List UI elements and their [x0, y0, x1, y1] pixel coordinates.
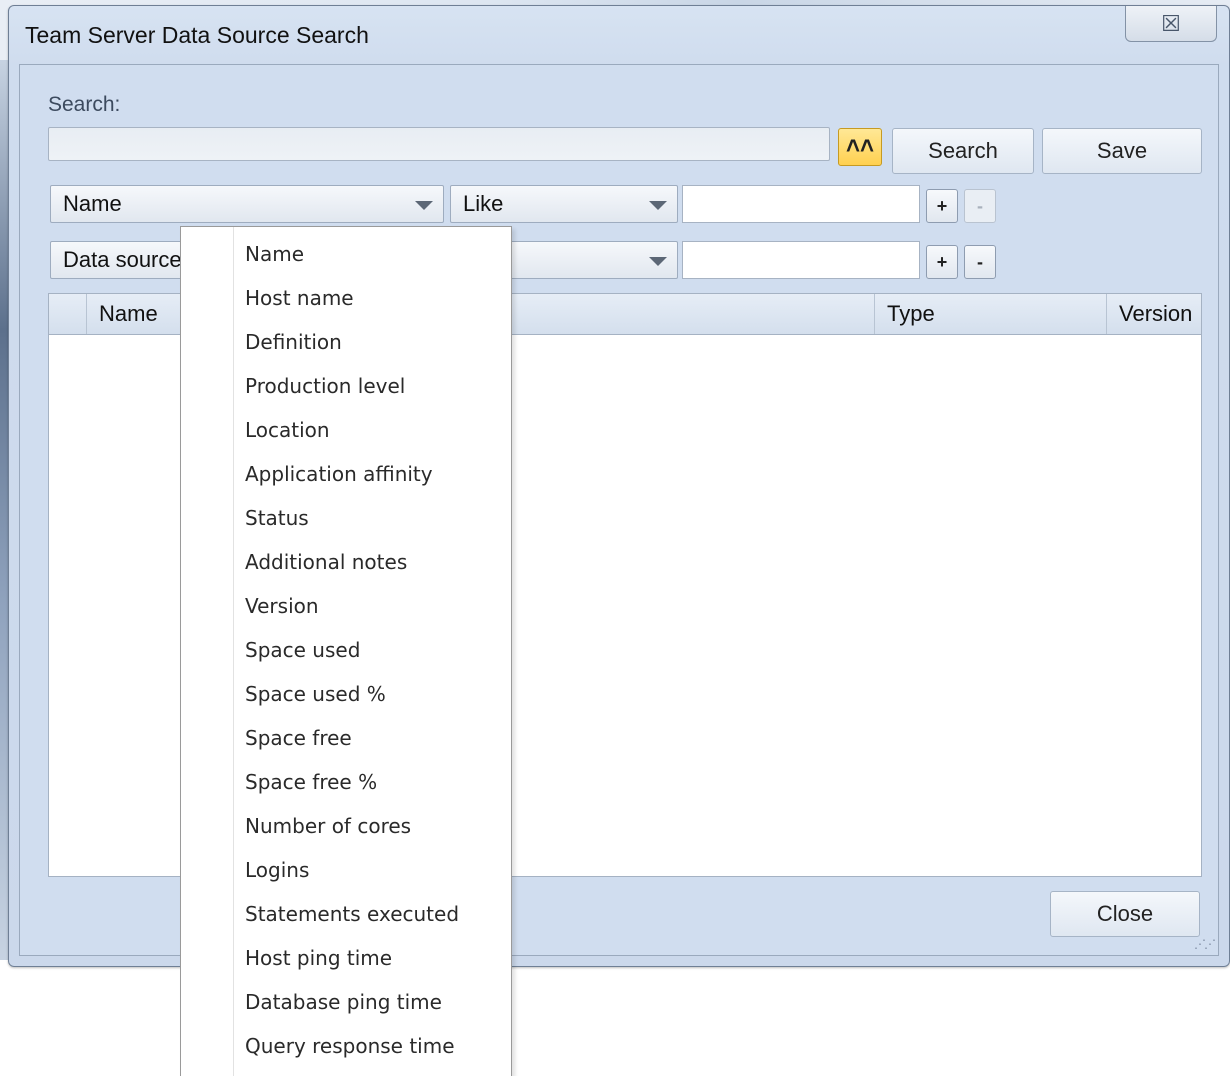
search-button[interactable]: Search — [892, 128, 1034, 174]
dropdown-gutter — [233, 227, 234, 1076]
add-filter-button-2[interactable]: + — [926, 245, 958, 279]
dropdown-item-space-free[interactable]: Space free — [245, 716, 352, 760]
dropdown-item-host-name[interactable]: Host name — [245, 276, 354, 320]
dropdown-arrow-icon — [649, 201, 667, 210]
dialog-title: Team Server Data Source Search — [25, 22, 369, 48]
dropdown-item-status[interactable]: Status — [245, 496, 309, 540]
dropdown-item-query-response-time[interactable]: Query response time — [245, 1024, 455, 1068]
dropdown-item-logins[interactable]: Logins — [245, 848, 309, 892]
field-dropdown-list[interactable]: Name Host name Definition Production lev… — [180, 226, 512, 1076]
search-input[interactable] — [48, 127, 830, 161]
dropdown-item-production-level[interactable]: Production level — [245, 364, 405, 408]
title-bar: Team Server Data Source Search ☒ — [9, 6, 1229, 62]
filter-field-select-1[interactable]: Name — [50, 185, 444, 223]
close-icon: ☒ — [1161, 10, 1181, 36]
remove-filter-button-2[interactable]: - — [964, 245, 996, 279]
dropdown-arrow-icon — [415, 201, 433, 210]
dropdown-item-space-used[interactable]: Space used — [245, 628, 360, 672]
dropdown-item-application-affinity[interactable]: Application affinity — [245, 452, 433, 496]
dropdown-arrow-icon — [649, 257, 667, 266]
dropdown-item-host-ping-time[interactable]: Host ping time — [245, 936, 392, 980]
dropdown-item-additional-notes[interactable]: Additional notes — [245, 540, 407, 584]
close-button[interactable]: Close — [1050, 891, 1200, 937]
window-close-button[interactable]: ☒ — [1125, 6, 1217, 42]
collapse-filters-button[interactable]: ˄˄ — [838, 128, 882, 166]
dropdown-item-definition[interactable]: Definition — [245, 320, 342, 364]
dropdown-item-version[interactable]: Version — [245, 584, 319, 628]
add-filter-button-1[interactable]: + — [926, 189, 958, 223]
dropdown-item-number-of-cores[interactable]: Number of cores — [245, 804, 411, 848]
remove-filter-button-1[interactable]: - — [964, 189, 996, 223]
dropdown-item-space-used-percent[interactable]: Space used % — [245, 672, 386, 716]
filter-value-input-2[interactable] — [682, 241, 920, 279]
double-chevron-up-icon: ˄˄ — [845, 133, 875, 160]
dropdown-item-space-free-percent[interactable]: Space free % — [245, 760, 377, 804]
column-header-version[interactable]: Version — [1107, 294, 1201, 334]
dropdown-item-statements-executed[interactable]: Statements executed — [245, 892, 459, 936]
column-header-type[interactable]: Type — [875, 294, 1107, 334]
dropdown-item-name[interactable]: Name — [245, 232, 304, 276]
resize-grip-icon[interactable]: ⋰⋰ — [1194, 937, 1216, 951]
filter-operator-select-1[interactable]: Like — [450, 185, 678, 223]
save-button[interactable]: Save — [1042, 128, 1202, 174]
grid-row-selector-header — [49, 294, 87, 334]
search-label: Search: — [48, 93, 121, 116]
dropdown-item-database-ping-time[interactable]: Database ping time — [245, 980, 442, 1024]
filter-value-input-1[interactable] — [682, 185, 920, 223]
dropdown-item-location[interactable]: Location — [245, 408, 330, 452]
